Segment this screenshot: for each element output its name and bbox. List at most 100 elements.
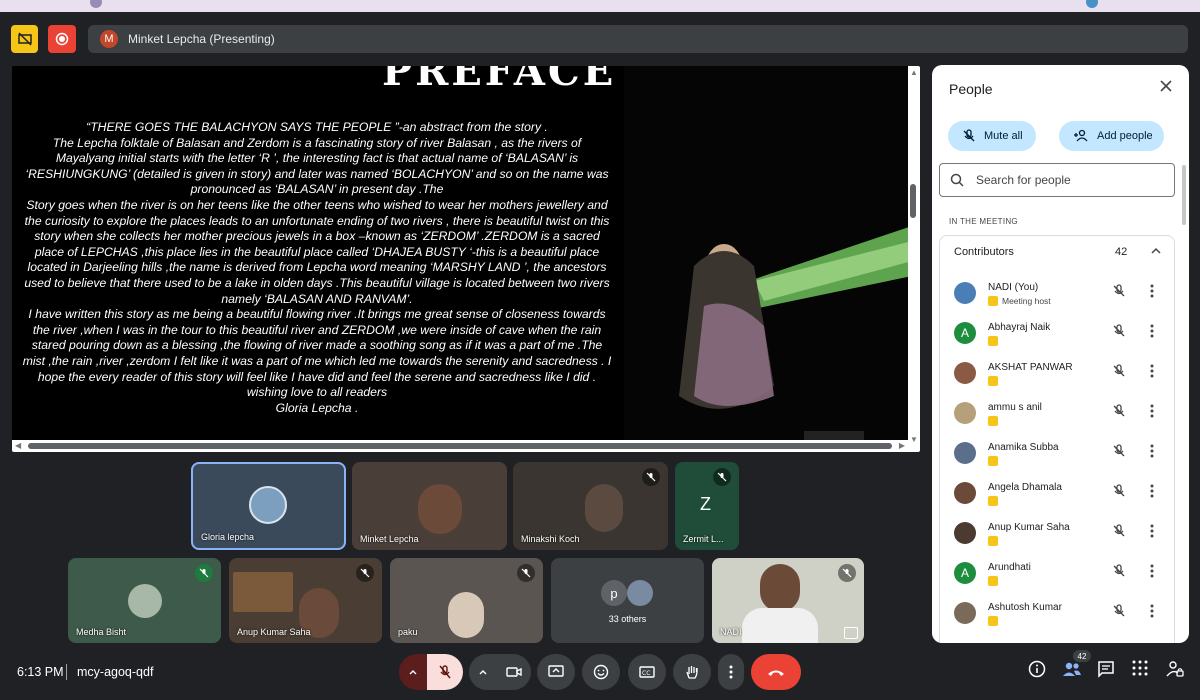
mic-off-icon[interactable] (1112, 564, 1126, 583)
scroll-right-icon[interactable]: ▶ (899, 441, 905, 450)
chevron-up-icon[interactable] (1150, 244, 1162, 262)
mic-off-icon[interactable] (1112, 444, 1126, 463)
lock-person-icon (1166, 661, 1184, 677)
chat-button[interactable] (1097, 660, 1115, 683)
close-icon[interactable] (1159, 79, 1173, 98)
participant-row[interactable]: A Abhayraj Naik (940, 312, 1174, 352)
pin-frame-icon[interactable] (844, 627, 858, 639)
participant-tile-anup[interactable]: Anup Kumar Saha (229, 558, 382, 643)
participant-video (418, 484, 462, 534)
panel-title: People (949, 81, 993, 97)
vertical-scrollbar[interactable]: ▲ ▼ (908, 66, 920, 452)
contributor-badge-icon (988, 456, 998, 466)
scroll-up-icon[interactable]: ▲ (910, 68, 918, 77)
scroll-down-icon[interactable]: ▼ (910, 435, 918, 444)
hang-up-icon (768, 670, 784, 676)
search-icon (950, 173, 964, 187)
participant-name: Minket Lepcha (360, 534, 419, 544)
more-vert-icon[interactable] (1150, 524, 1154, 543)
mute-all-button[interactable]: Mute all (948, 121, 1036, 151)
paragraph-5: wishing love to all readers (246, 385, 388, 400)
participant-tile-minakshi[interactable]: Minakshi Koch (513, 462, 668, 550)
mic-off-icon[interactable] (1112, 364, 1126, 383)
horizontal-scrollbar[interactable]: ◀ ▶ (12, 440, 908, 452)
participant-tile-nadi[interactable]: NADI (712, 558, 864, 643)
raise-hand-button[interactable] (673, 654, 711, 690)
people-button[interactable] (1062, 660, 1082, 683)
bookshelf (233, 572, 293, 612)
divider (66, 664, 67, 680)
participant-row[interactable]: ammu s anil (940, 392, 1174, 432)
more-vert-icon[interactable] (1150, 324, 1154, 343)
mic-off-icon[interactable] (1112, 604, 1126, 623)
participant-name: Abhayraj Naik (988, 322, 1051, 333)
participant-video (760, 564, 800, 612)
add-person-icon (1074, 129, 1088, 142)
reactions-button[interactable] (582, 654, 620, 690)
recording-button[interactable] (48, 25, 76, 53)
participant-video (585, 484, 623, 532)
mic-off-icon[interactable] (1112, 404, 1126, 423)
more-vert-icon[interactable] (1150, 364, 1154, 383)
captions-icon: CC (639, 666, 655, 678)
participant-tile-minket[interactable]: Minket Lepcha (352, 462, 507, 550)
participant-row[interactable]: A Arundhati (940, 552, 1174, 592)
participant-name: Angela Dhamala (988, 482, 1062, 493)
more-vert-icon[interactable] (1150, 284, 1154, 303)
participant-name: Arundhati (988, 562, 1031, 573)
participant-row[interactable]: Angela Dhamala (940, 472, 1174, 512)
participant-tile-zermit[interactable]: Z Zermit L... (675, 462, 739, 550)
participant-row[interactable]: NADI (You) Meeting host (940, 272, 1174, 312)
mic-off-icon[interactable] (1112, 284, 1126, 303)
more-vert-icon[interactable] (1150, 604, 1154, 623)
scroll-left-icon[interactable]: ◀ (15, 441, 21, 450)
add-people-button[interactable]: Add people (1059, 121, 1164, 151)
participant-row[interactable]: AKSHAT PANWAR (940, 352, 1174, 392)
audio-options-button[interactable] (399, 654, 427, 690)
more-vert-icon[interactable] (1150, 564, 1154, 583)
top-bar: M Minket Lepcha (Presenting) (0, 24, 1200, 56)
participant-avatar (954, 362, 976, 384)
presenting-banner: M Minket Lepcha (Presenting) (88, 25, 1188, 53)
participant-name: AKSHAT PANWAR (988, 362, 1073, 373)
participant-tile-others[interactable]: p 33 others (551, 558, 704, 643)
meeting-code[interactable]: mcy-agoq-qdf (77, 665, 153, 679)
participant-row[interactable]: Anup Kumar Saha (940, 512, 1174, 552)
browser-profile-icon[interactable] (1086, 0, 1098, 8)
more-vert-icon[interactable] (1150, 484, 1154, 503)
mic-off-icon (195, 564, 213, 582)
activities-button[interactable] (1132, 660, 1148, 681)
search-people-input[interactable]: Search for people (939, 163, 1175, 197)
emoji-icon (593, 664, 609, 680)
participant-tile-gloria[interactable]: Gloria lepcha (191, 462, 346, 550)
microphone-toggle-button[interactable] (427, 654, 463, 690)
mic-off-icon (713, 468, 731, 486)
leave-call-button[interactable] (751, 654, 801, 690)
mic-off-icon[interactable] (1112, 324, 1126, 343)
browser-chrome-strip (0, 0, 1200, 12)
camera-toggle-button[interactable] (497, 654, 531, 690)
apps-grid-icon (1132, 660, 1148, 676)
participant-tile-medha[interactable]: Medha Bisht (68, 558, 221, 643)
host-controls-button[interactable] (1166, 660, 1184, 683)
clock: 6:13 PM (17, 665, 64, 679)
record-icon (55, 32, 69, 46)
captions-off-button[interactable] (11, 25, 38, 53)
more-options-button[interactable] (718, 654, 744, 690)
bottom-control-bar: 6:13 PM mcy-agoq-qdf CC 42 (0, 650, 1200, 700)
meeting-details-button[interactable] (1028, 660, 1046, 683)
present-screen-button[interactable] (537, 654, 575, 690)
more-vert-icon[interactable] (1150, 444, 1154, 463)
more-vert-icon[interactable] (1150, 404, 1154, 423)
vertical-scroll-thumb[interactable] (910, 184, 916, 218)
video-options-button[interactable] (469, 654, 497, 690)
paragraph-3: Story goes when the river is on her teen… (24, 197, 610, 306)
captions-button[interactable]: CC (628, 654, 666, 690)
panel-scrollbar[interactable] (1182, 165, 1186, 225)
mic-off-icon[interactable] (1112, 524, 1126, 543)
mic-off-icon[interactable] (1112, 484, 1126, 503)
participant-row[interactable]: Ashutosh Kumar (940, 592, 1174, 632)
participant-row[interactable]: Anamika Subba (940, 432, 1174, 472)
horizontal-scroll-thumb[interactable] (28, 443, 892, 449)
participant-tile-paku[interactable]: paku (390, 558, 543, 643)
